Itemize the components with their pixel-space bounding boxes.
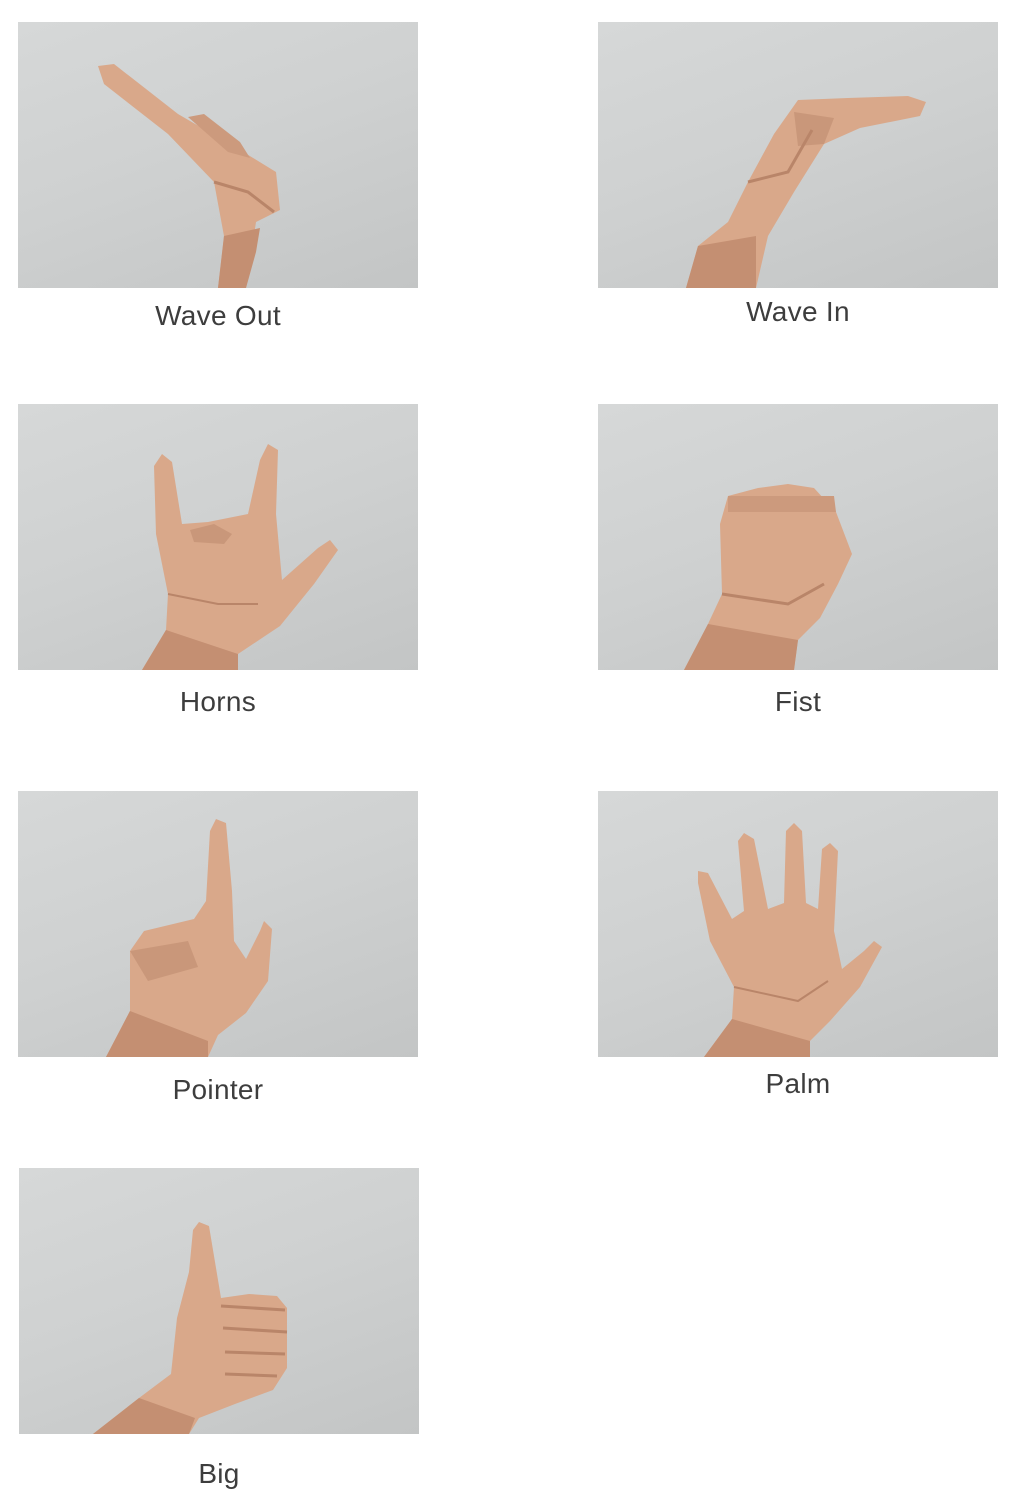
wave-out-hand-icon <box>98 64 280 288</box>
horns-hand-icon <box>142 444 338 670</box>
wave-out-caption: Wave Out <box>155 300 281 331</box>
fist-caption: Fist <box>774 686 822 717</box>
wave-in-hand-icon <box>686 96 926 288</box>
palm-photo <box>598 791 998 1057</box>
palm-caption: Palm <box>765 1068 831 1099</box>
horns-caption: Horns <box>179 686 257 717</box>
horns-photo <box>18 404 418 670</box>
fist-photo <box>598 404 998 670</box>
pointer-photo <box>18 791 418 1057</box>
palm-hand-icon <box>698 823 882 1057</box>
thumbs-up-hand-icon <box>93 1222 288 1434</box>
big-photo <box>19 1168 419 1434</box>
wave-in-photo <box>598 22 998 288</box>
fist-hand-icon <box>684 484 852 670</box>
pointer-hand-icon <box>106 819 272 1057</box>
wave-in-caption: Wave In <box>746 296 850 327</box>
pointer-caption: Pointer <box>172 1074 264 1105</box>
wave-out-photo <box>18 22 418 288</box>
big-caption: Big <box>198 1458 240 1489</box>
